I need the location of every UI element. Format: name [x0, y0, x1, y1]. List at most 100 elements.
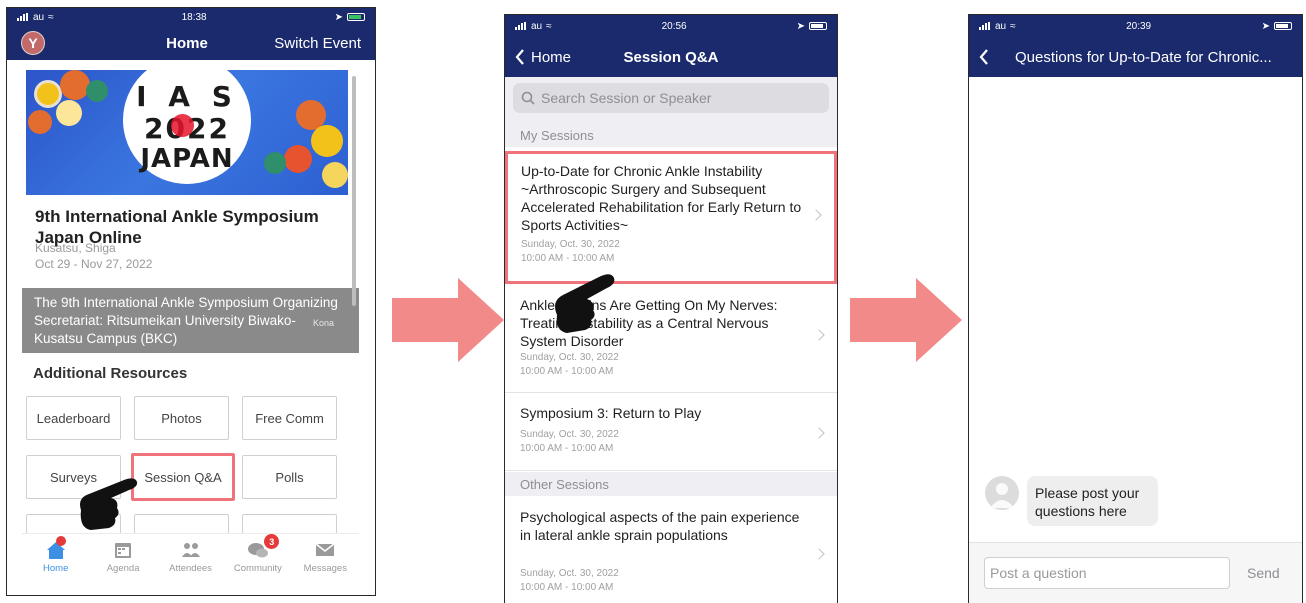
page-title: Questions for Up-to-Date for Chronic... [1015, 48, 1272, 66]
session-title: Symposium 3: Return to Play [520, 405, 702, 421]
signal-icon [17, 13, 29, 21]
tab-label: Home [43, 563, 69, 574]
decor-flower [28, 110, 52, 134]
chevron-right-icon [813, 427, 825, 439]
avatar [985, 476, 1019, 510]
session-time: 10:00 AM - 10:00 AM [520, 582, 614, 593]
carrier-label: au [33, 11, 45, 23]
message-bubble: Please post your questions here [1027, 476, 1158, 526]
tab-label: Agenda [106, 563, 140, 574]
nav-bar: Session Q&A Home [505, 37, 837, 77]
tab-agenda[interactable]: Agenda [89, 534, 156, 578]
envelope-icon [315, 543, 335, 556]
section-header-my-sessions: My Sessions [505, 123, 837, 147]
tab-attendees[interactable]: Attendees [157, 534, 224, 578]
switch-event-button[interactable]: Switch Event [274, 35, 361, 52]
event-dates: Oct 29 - Nov 27, 2022 [35, 257, 153, 271]
status-time: 20:39 [1126, 20, 1152, 32]
session-date: Sunday, Oct. 30, 2022 [521, 239, 620, 250]
session-date: Sunday, Oct. 30, 2022 [520, 568, 619, 579]
session-time: 10:00 AM - 10:00 AM [520, 443, 614, 454]
resources-title: Additional Resources [33, 365, 188, 382]
status-bar: au ≈ 18:38 ➤ [7, 8, 375, 26]
back-label: Home [531, 48, 572, 66]
decor-flower [311, 125, 343, 157]
pointing-hand-icon [555, 274, 615, 333]
battery-icon [1273, 22, 1292, 30]
decor-flower [322, 162, 348, 188]
tab-community[interactable]: Community 3 [224, 534, 291, 578]
session-time: 10:00 AM - 10:00 AM [521, 253, 615, 264]
search-placeholder: Search Session or Speaker [541, 90, 712, 106]
tab-messages[interactable]: Messages [292, 534, 359, 578]
search-input[interactable]: Search Session or Speaker [513, 83, 829, 113]
page-title: Home [166, 35, 208, 52]
more-button[interactable] [242, 514, 337, 534]
session-qa-screen: au ≈ 20:56 ➤ Session Q&A Home Search Ses… [504, 14, 838, 603]
leaderboard-button[interactable]: Leaderboard [26, 396, 121, 440]
send-button[interactable]: Send [1247, 557, 1280, 589]
signal-icon [979, 22, 991, 30]
decor-flower [284, 145, 312, 173]
tab-home[interactable]: Home [22, 534, 89, 578]
carrier-label: au [531, 20, 543, 32]
session-title: Up-to-Date for Chronic Ankle Instability… [521, 163, 802, 233]
questions-screen: au ≈ 20:39 ➤ Questions for Up-to-Date fo… [968, 14, 1303, 603]
chevron-right-icon [813, 329, 825, 341]
session-date: Sunday, Oct. 30, 2022 [520, 352, 619, 363]
location-icon: ➤ [334, 11, 343, 23]
map-label: Kona [313, 318, 335, 328]
decor-flower [60, 70, 90, 100]
location-icon: ➤ [796, 20, 805, 32]
wifi-icon: ≈ [546, 20, 552, 32]
decor-flower [86, 80, 108, 102]
back-button[interactable]: Home [515, 37, 571, 77]
rising-sun-icon [171, 114, 194, 137]
logo-line-3: JAPAN [140, 144, 234, 174]
venue-map[interactable]: The 9th International Ankle Symposium Or… [22, 288, 359, 353]
session-date: Sunday, Oct. 30, 2022 [520, 429, 619, 440]
session-item[interactable]: Symposium 3: Return to Play Sunday, Oct.… [505, 393, 837, 471]
tab-label: Messages [303, 563, 347, 574]
home-screen: au ≈ 18:38 ➤ Y Home Switch Event I A S 2… [6, 7, 376, 596]
wifi-icon: ≈ [1010, 20, 1016, 32]
battery-icon [346, 13, 365, 21]
tab-label: Community [233, 563, 282, 574]
community-badge: 3 [264, 534, 280, 549]
notification-dot [56, 536, 66, 546]
pointing-hand-icon [80, 478, 138, 530]
status-time: 20:56 [661, 20, 687, 32]
people-icon [181, 543, 200, 557]
chevron-right-icon [813, 548, 825, 560]
tab-label: Attendees [169, 563, 212, 574]
carrier-label: au [995, 20, 1007, 32]
right-arrow-icon [392, 278, 504, 362]
nav-bar: Questions for Up-to-Date for Chronic... [969, 37, 1302, 77]
decor-flower [264, 152, 286, 174]
search-icon [521, 91, 535, 105]
venue-text: The 9th International Ankle Symposium Or… [34, 295, 338, 346]
event-banner: I A S 2022 JAPAN [26, 70, 348, 195]
user-icon [990, 483, 1014, 508]
scrollbar[interactable] [352, 76, 356, 306]
signal-icon [515, 22, 527, 30]
free-comm-button[interactable]: Free Comm [242, 396, 337, 440]
tab-bar: Home Agenda Attendees Community 3 Messag… [22, 533, 359, 578]
back-button[interactable] [979, 37, 989, 77]
status-bar: au ≈ 20:56 ➤ [505, 15, 837, 37]
search-bar: Search Session or Speaker [505, 77, 837, 123]
photos-button[interactable]: Photos [134, 396, 229, 440]
status-bar: au ≈ 20:39 ➤ [969, 15, 1302, 37]
calendar-icon [115, 543, 132, 558]
status-time: 18:38 [181, 11, 207, 23]
session-item[interactable]: Psychological aspects of the pain experi… [505, 497, 837, 603]
logo-line-1: I A S [136, 80, 238, 113]
decor-flower [34, 80, 62, 108]
session-item[interactable]: Up-to-Date for Chronic Ankle Instability… [505, 151, 837, 284]
section-header-other-sessions: Other Sessions [505, 472, 837, 496]
composer: Post a question Send [969, 542, 1302, 603]
chevron-right-icon [810, 209, 822, 221]
location-icon: ➤ [1261, 20, 1270, 32]
question-input[interactable]: Post a question [984, 557, 1230, 589]
polls-button[interactable]: Polls [242, 455, 337, 499]
